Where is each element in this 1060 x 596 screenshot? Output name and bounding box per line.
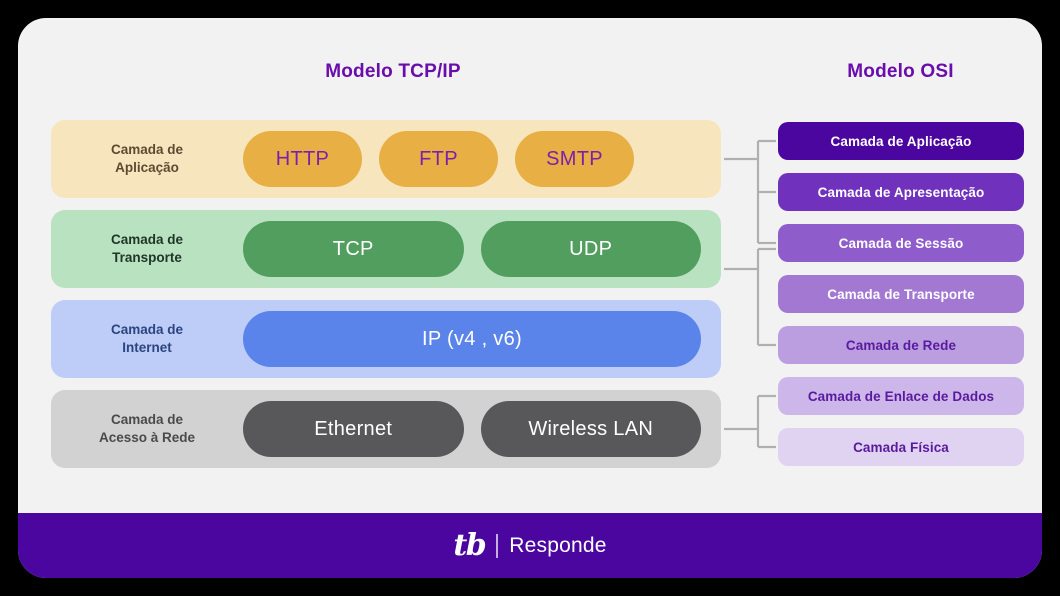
osi-layer-physical[interactable]: Camada Física	[778, 428, 1024, 466]
protocol-tcp[interactable]: TCP	[243, 221, 464, 277]
protocol-ip[interactable]: IP (v4 , v6)	[243, 311, 701, 367]
protocol-group: HTTP FTP SMTP	[243, 131, 721, 187]
protocol-smtp[interactable]: SMTP	[515, 131, 634, 187]
protocol-group: Ethernet Wireless LAN	[243, 401, 721, 457]
osi-layer-data-link[interactable]: Camada de Enlace de Dados	[778, 377, 1024, 415]
osi-layer-transport[interactable]: Camada de Transporte	[778, 275, 1024, 313]
tcpip-layer-label: Camada de Internet	[110, 322, 184, 355]
protocol-udp[interactable]: UDP	[480, 221, 701, 277]
tcpip-layer-application: Camada de Aplicação HTTP FTP SMTP	[51, 120, 721, 198]
tcpip-column-title: Modelo TCP/IP	[325, 61, 461, 82]
connector-transport	[724, 247, 776, 347]
brand-name-label: Responde	[509, 533, 607, 557]
tcpip-layer-label: Camada de Aplicação	[110, 142, 184, 175]
tcpip-layer-label: Camada de Acesso à Rede	[98, 412, 196, 445]
tcpip-layer-transport: Camada de Transporte TCP UDP	[51, 210, 721, 288]
tcpip-layer-internet: Camada de Internet IP (v4 , v6)	[51, 300, 721, 378]
tcpip-layer-label: Camada de Transporte	[110, 232, 184, 265]
osi-layer-session[interactable]: Camada de Sessão	[778, 224, 1024, 262]
tcpip-layer-network-access: Camada de Acesso à Rede Ethernet Wireless…	[51, 390, 721, 468]
infographic-card: Modelo TCP/IP Modelo OSI Camada de Aplica…	[18, 18, 1042, 578]
footer-brand-bar: tb Responde	[18, 513, 1042, 578]
osi-column-title: Modelo OSI	[847, 61, 954, 82]
protocol-http[interactable]: HTTP	[243, 131, 362, 187]
osi-layer-network[interactable]: Camada de Rede	[778, 326, 1024, 364]
protocol-ftp[interactable]: FTP	[379, 131, 498, 187]
connector-network-access	[724, 394, 776, 449]
protocol-group: IP (v4 , v6)	[243, 311, 721, 367]
tb-logo-mark: tb	[453, 527, 486, 563]
osi-layer-presentation[interactable]: Camada de Apresentação	[778, 173, 1024, 211]
osi-layer-application[interactable]: Camada de Aplicação	[778, 122, 1024, 160]
logo-divider-icon	[496, 533, 499, 558]
protocol-wireless-lan[interactable]: Wireless LAN	[480, 401, 701, 457]
connector-application	[724, 139, 776, 245]
protocol-ethernet[interactable]: Ethernet	[243, 401, 464, 457]
protocol-group: TCP UDP	[243, 221, 721, 277]
